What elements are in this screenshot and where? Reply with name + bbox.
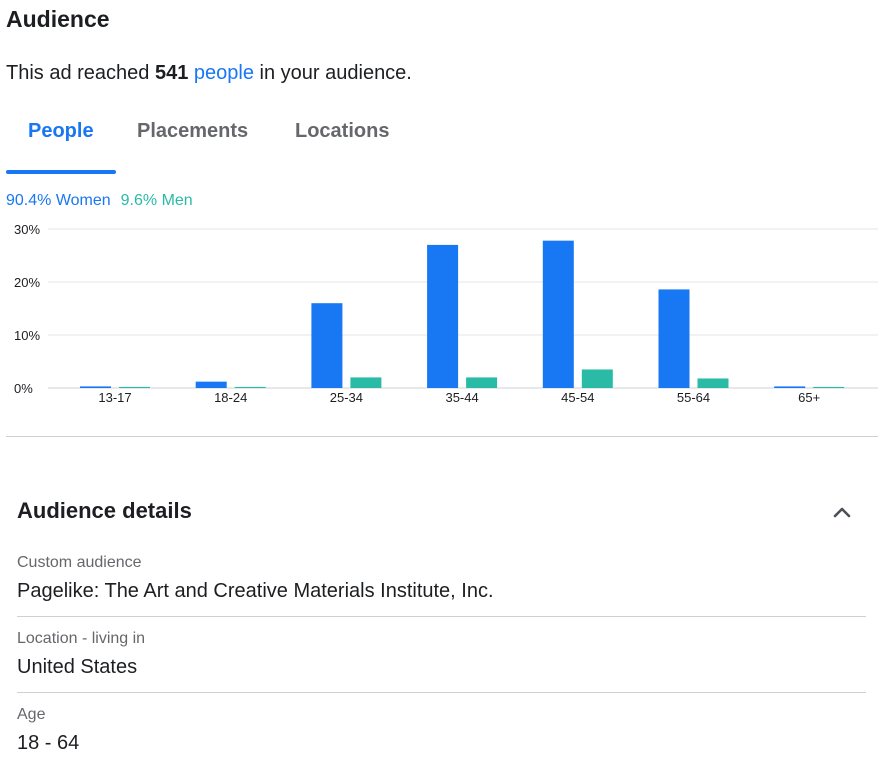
chart-divider: [6, 436, 878, 437]
bar-men: [234, 386, 266, 388]
bar-women: [80, 386, 111, 388]
chevron-up-icon: [833, 507, 851, 518]
y-tick-label: 20%: [14, 275, 40, 290]
x-tick-label: 65+: [798, 390, 820, 405]
tab-placements[interactable]: Placements: [137, 120, 248, 143]
bar-women: [195, 381, 227, 388]
detail-value: United States: [17, 656, 138, 678]
bar-women: [311, 303, 343, 388]
detail-age: Age 18 - 64: [17, 706, 866, 755]
detail-value: 18 - 64: [17, 732, 80, 754]
x-tick-label: 35-44: [445, 390, 478, 405]
gender-split: 90.4% Women 9.6% Men: [6, 192, 193, 210]
detail-separator: [17, 692, 866, 693]
men-percent: 9.6% Men: [120, 192, 193, 209]
detail-label: Age: [17, 706, 46, 723]
reach-suffix: in your audience.: [253, 62, 412, 84]
people-link[interactable]: people: [194, 62, 254, 84]
bar-women: [542, 240, 574, 388]
detail-label: Custom audience: [17, 554, 142, 571]
x-tick-label: 25-34: [330, 390, 363, 405]
x-tick-label: 45-54: [561, 390, 594, 405]
y-tick-label: 0%: [14, 381, 33, 396]
reach-count: 541: [154, 62, 189, 84]
detail-value: Pagelike: The Art and Creative Materials…: [17, 580, 494, 602]
bar-men: [581, 369, 613, 388]
active-tab-indicator: [6, 170, 116, 174]
detail-custom-audience: Custom audience Pagelike: The Art and Cr…: [17, 554, 866, 603]
bar-men: [119, 386, 150, 388]
bar-men: [350, 377, 382, 388]
bar-women: [658, 289, 690, 388]
audience-title: Audience: [6, 6, 110, 32]
bar-men: [697, 378, 729, 388]
detail-separator: [17, 616, 866, 617]
detail-label: Location - living in: [17, 630, 146, 647]
tab-locations[interactable]: Locations: [295, 120, 389, 143]
reach-prefix: This ad reached: [6, 62, 155, 84]
x-tick-label: 13-17: [98, 390, 131, 405]
women-percent: 90.4% Women: [6, 192, 111, 209]
collapse-button[interactable]: [826, 496, 858, 528]
audience-tabs: People Placements Locations: [6, 112, 878, 174]
detail-location: Location - living in United States: [17, 630, 866, 679]
x-tick-label: 55-64: [677, 390, 710, 405]
age-gender-chart: 0% 10% 20% 30% 13-17 18-24 25-34 35-44 45-54 55-6…: [14, 222, 878, 405]
y-tick-label: 30%: [14, 222, 40, 237]
bar-women: [427, 244, 459, 388]
y-tick-label: 10%: [14, 328, 40, 343]
audience-details-title: Audience details: [17, 498, 192, 523]
reach-summary: This ad reached 541 people in your audie…: [6, 62, 412, 85]
tab-people[interactable]: People: [28, 120, 94, 143]
bar-men: [813, 386, 845, 388]
bar-women: [774, 386, 806, 388]
x-tick-label: 18-24: [214, 390, 247, 405]
bar-men: [466, 377, 498, 388]
